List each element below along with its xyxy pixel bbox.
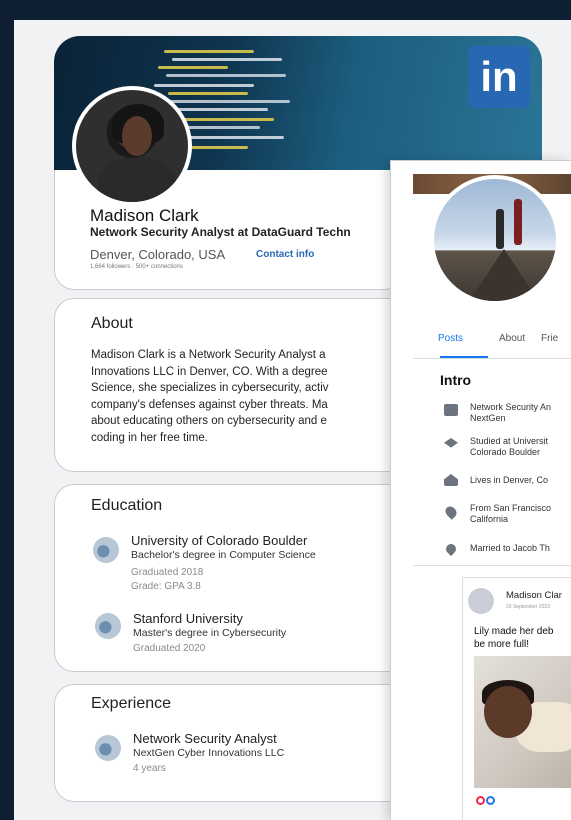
education-title: Education: [91, 497, 163, 514]
graduation-year: Graduated 2018: [131, 567, 204, 578]
profile-location: Denver, Colorado, USA: [90, 247, 226, 262]
about-text: Madison Clark is a Network Security Anal…: [91, 349, 329, 444]
intro-title: Intro: [440, 372, 472, 388]
job-role[interactable]: Network Security Analyst: [133, 731, 277, 746]
avatar[interactable]: [72, 86, 192, 206]
divider: [413, 565, 571, 566]
intro-work: Network Security An NextGen: [470, 402, 552, 423]
divider: [413, 358, 571, 359]
school-name[interactable]: Stanford University: [133, 611, 243, 626]
grade-text: Grade: GPA 3.8: [131, 581, 201, 592]
post-text: Lily made her deb be more full!: [474, 626, 554, 650]
post-author[interactable]: Madison Clar: [506, 590, 562, 601]
post-author-avatar[interactable]: [468, 588, 494, 614]
tab-about[interactable]: About: [499, 333, 525, 344]
facebook-avatar[interactable]: [430, 175, 560, 305]
intro-relationship: Married to Jacob Th: [470, 543, 550, 553]
reactions[interactable]: [476, 796, 495, 805]
tab-friends[interactable]: Frie: [541, 333, 558, 344]
love-reaction-icon: [476, 796, 485, 805]
school-icon: [93, 537, 119, 563]
like-reaction-icon: [486, 796, 495, 805]
company-icon: [95, 735, 121, 761]
followers-count[interactable]: 1,664 followers · 500+ connections: [90, 264, 183, 270]
school-icon: [95, 613, 121, 639]
degree-text: Master's degree in Cybersecurity: [133, 627, 287, 639]
contact-info-link[interactable]: Contact info: [256, 249, 314, 260]
about-title: About: [91, 315, 133, 332]
company-name: NextGen Cyber Innovations LLC: [133, 747, 285, 759]
intro-from: From San Francisco California: [470, 503, 552, 524]
degree-text: Bachelor's degree in Computer Science: [131, 549, 316, 561]
intro-education: Studied at Universit Colorado Boulder: [470, 436, 549, 457]
intro-lives: Lives in Denver, Co: [470, 475, 549, 485]
briefcase-icon: [444, 404, 458, 416]
post-date: 20 September 2023: [506, 604, 550, 610]
profile-headline: Network Security Analyst at DataGuard Te…: [90, 225, 351, 239]
experience-title: Experience: [91, 695, 172, 712]
post-photo[interactable]: [474, 656, 571, 788]
tab-posts[interactable]: Posts: [438, 333, 463, 344]
school-name[interactable]: University of Colorado Boulder: [131, 533, 307, 548]
linkedin-logo-icon: in: [468, 46, 530, 108]
profile-name: Madison Clark: [90, 206, 199, 225]
job-duration: 4 years: [133, 763, 166, 774]
graduation-year: Graduated 2020: [133, 643, 206, 654]
